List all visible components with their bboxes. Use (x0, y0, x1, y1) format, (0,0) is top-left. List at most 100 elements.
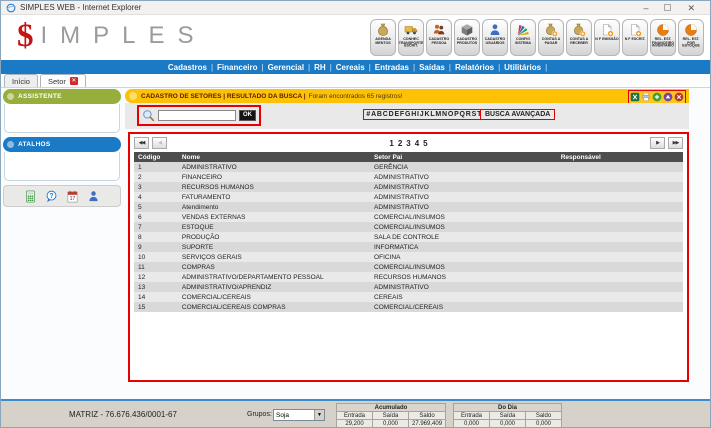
calculator-icon[interactable] (24, 190, 37, 203)
toolbar-button-cadastro-pessoa[interactable]: CADASTRO PESSOA (426, 19, 452, 56)
table-row[interactable]: 3RECURSOS HUMANOSADMINISTRATIVO (134, 182, 683, 192)
page-link-3[interactable]: 3 (404, 139, 412, 148)
table-row[interactable]: 15COMERCIAL/CEREAIS COMPRASCOMERCIAL/CER… (134, 302, 683, 312)
page-link-2[interactable]: 2 (396, 139, 404, 148)
toolbar-button-rel-est-por-estoque[interactable]: REL. EST. POR ESTOQUE (678, 19, 704, 56)
pie-icon (684, 23, 698, 37)
group-select[interactable]: Soja ▼ (273, 409, 325, 421)
table-row[interactable]: 5AtendimentoADMINISTRATIVO (134, 202, 683, 212)
table-cell: OFICINA (370, 252, 557, 262)
search-ok-button[interactable]: OK (239, 110, 256, 121)
table-row[interactable]: 4FATURAMENTOADMINISTRATIVO (134, 192, 683, 202)
minimize-icon[interactable]: – (643, 3, 648, 13)
menu-item-rh[interactable]: RH (310, 63, 330, 72)
menu-item-cadastros[interactable]: Cadastros (164, 63, 211, 72)
daily-col-saida: Saída (490, 412, 526, 420)
previous-page-button[interactable]: ◀ (152, 137, 167, 149)
column-header-codigo[interactable]: Código (134, 152, 178, 162)
table-row[interactable]: 8PRODUÇÃOSALA DE CONTROLE (134, 232, 683, 242)
close-tab-icon[interactable]: ✕ (70, 77, 78, 85)
excel-icon[interactable] (630, 92, 640, 102)
page-link-4[interactable]: 4 (413, 139, 421, 148)
table-cell: ADMINISTRATIVO/APRENDIZ (178, 282, 370, 292)
work-area: ASSISTENTE ATALHOS ?17 CADASTRO DE SETOR… (1, 88, 710, 401)
menu-item-utilitarios[interactable]: Utilitários (500, 63, 545, 72)
daily-title-row: Do Dia (454, 404, 562, 412)
result-actions-group (628, 90, 686, 104)
toolbar-button-label: REL. EST. FINANCEIRO INVENTARIO (651, 38, 675, 48)
printer-icon[interactable] (641, 92, 651, 102)
table-row[interactable]: 2FINANCEIROADMINISTRATIVO (134, 172, 683, 182)
table-cell (557, 242, 683, 252)
table-row[interactable]: 10SERVIÇOS GERAISOFICINA (134, 252, 683, 262)
table-cell (557, 202, 683, 212)
chevron-down-icon: ▼ (314, 410, 324, 420)
toolbar-button-cadastro-usuarios[interactable]: CADASTRO USUÁRIOS (482, 19, 508, 56)
table-row[interactable]: 13ADMINISTRATIVO/APRENDIZADMINISTRATIVO (134, 282, 683, 292)
toolbar-button-conhec-transporte-escrit[interactable]: CONHEC TRANSPORTE ESCRIT. (398, 19, 424, 56)
table-row[interactable]: 1ADMINISTRATIVOGERÊNCIA (134, 162, 683, 172)
menu-item-relatorios[interactable]: Relatórios (451, 63, 498, 72)
menu-item-cereais[interactable]: Cereais (332, 63, 369, 72)
help-icon[interactable]: ? (45, 190, 58, 203)
add-icon[interactable] (652, 92, 662, 102)
table-row[interactable]: 6VENDAS EXTERNASCOMERCIAL/INSUMOS (134, 212, 683, 222)
maximize-icon[interactable] (664, 4, 671, 11)
toolbar-button-n-f-escrit[interactable]: N F ESCRIT. (622, 19, 648, 56)
assistente-panel: ASSISTENTE (3, 89, 121, 133)
toolbar-button-label: CADASTRO PRODUTOS (455, 38, 479, 44)
table-cell (557, 182, 683, 192)
close-icon[interactable] (674, 92, 684, 102)
search-input[interactable] (158, 110, 236, 121)
column-header-setor-pai[interactable]: Setor Pai (370, 152, 557, 162)
moneybag-plus-icon (544, 23, 558, 37)
table-cell: 12 (134, 272, 178, 282)
first-page-button[interactable]: ◀◀ (134, 137, 149, 149)
toolbar-button-config-sistema[interactable]: CONFIG SISTEMA (510, 19, 536, 56)
toolbar-button-cadastro-produtos[interactable]: CADASTRO PRODUTOS (454, 19, 480, 56)
menu-item-entradas[interactable]: Entradas (371, 63, 413, 72)
table-row[interactable]: 11COMPRASCOMERCIAL/INSUMOS (134, 262, 683, 272)
toolbar-button-contas-a-receber[interactable]: CONTAS A RECEBER (566, 19, 592, 56)
table-cell: COMERCIAL/CEREAIS COMPRAS (178, 302, 370, 312)
table-cell: COMERCIAL/INSUMOS (370, 212, 557, 222)
advanced-search-button[interactable]: BUSCA AVANÇADA (480, 109, 555, 120)
table-cell (557, 262, 683, 272)
page-link-5[interactable]: 5 (421, 139, 429, 148)
assistente-panel-header[interactable]: ASSISTENTE (3, 89, 121, 104)
close-icon[interactable]: ✕ (687, 3, 695, 13)
toolbar-button-label: CADASTRO USUÁRIOS (483, 38, 507, 44)
table-cell: 5 (134, 202, 178, 212)
table-row[interactable]: 14COMERCIAL/CEREAISCEREAIS (134, 292, 683, 302)
table-cell: ADMINISTRATIVO (370, 182, 557, 192)
toolbar-button-label: CONTAS A RECEBER (567, 38, 591, 44)
menu-item-gerencial[interactable]: Gerencial (264, 63, 308, 72)
table-row[interactable]: 7ESTOQUECOMERCIAL/INSUMOS (134, 222, 683, 232)
menu-item-financeiro[interactable]: Financeiro (213, 63, 261, 72)
toolbar-button-agenda-mentos[interactable]: AGENDA MENTOS (370, 19, 396, 56)
person-icon[interactable] (87, 190, 100, 203)
tab-setor[interactable]: Setor✕ (40, 74, 86, 87)
next-page-button[interactable]: ▶ (650, 137, 665, 149)
tab-inicio[interactable]: Início (4, 74, 38, 87)
calendar-icon[interactable]: 17 (66, 190, 79, 203)
table-cell: RECURSOS HUMANOS (370, 272, 557, 282)
table-row[interactable]: 9SUPORTEINFORMATICA (134, 242, 683, 252)
column-header-responsavel[interactable]: Responsável (557, 152, 683, 162)
toolbar-button-contas-a-pagar[interactable]: CONTAS A PAGAR (538, 19, 564, 56)
alphabet-letter-M[interactable]: M (435, 111, 442, 118)
column-header-nome[interactable]: Nome (178, 152, 370, 162)
up-icon[interactable] (663, 92, 673, 102)
menu-item-saidas[interactable]: Saídas (415, 63, 449, 72)
daily-value: 0,000 (526, 420, 562, 428)
atalhos-panel-header[interactable]: ATALHOS (3, 137, 121, 152)
daily-value: 0,000 (454, 420, 490, 428)
table-cell: COMPRAS (178, 262, 370, 272)
table-row[interactable]: 12ADMINISTRATIVO/DEPARTAMENTO PESSOALREC… (134, 272, 683, 282)
toolbar-button-n-f-emissao[interactable]: N F EMISSÃO (594, 19, 620, 56)
page-link-1[interactable]: 1 (387, 139, 395, 148)
toolbar-button-rel-est-financeiro-inventario[interactable]: REL. EST. FINANCEIRO INVENTARIO (650, 19, 676, 56)
atalhos-panel: ATALHOS (3, 137, 121, 181)
last-page-button[interactable]: ▶▶ (668, 137, 683, 149)
table-cell: 13 (134, 282, 178, 292)
